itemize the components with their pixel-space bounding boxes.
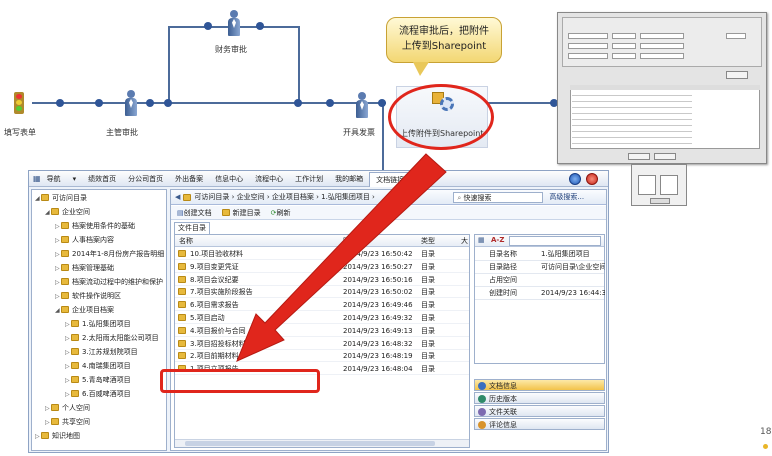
red-arrow (236, 153, 447, 362)
row-highlight-rectangle (160, 369, 320, 393)
page-number: 18 (760, 427, 772, 437)
page-corner-mark (763, 444, 768, 449)
